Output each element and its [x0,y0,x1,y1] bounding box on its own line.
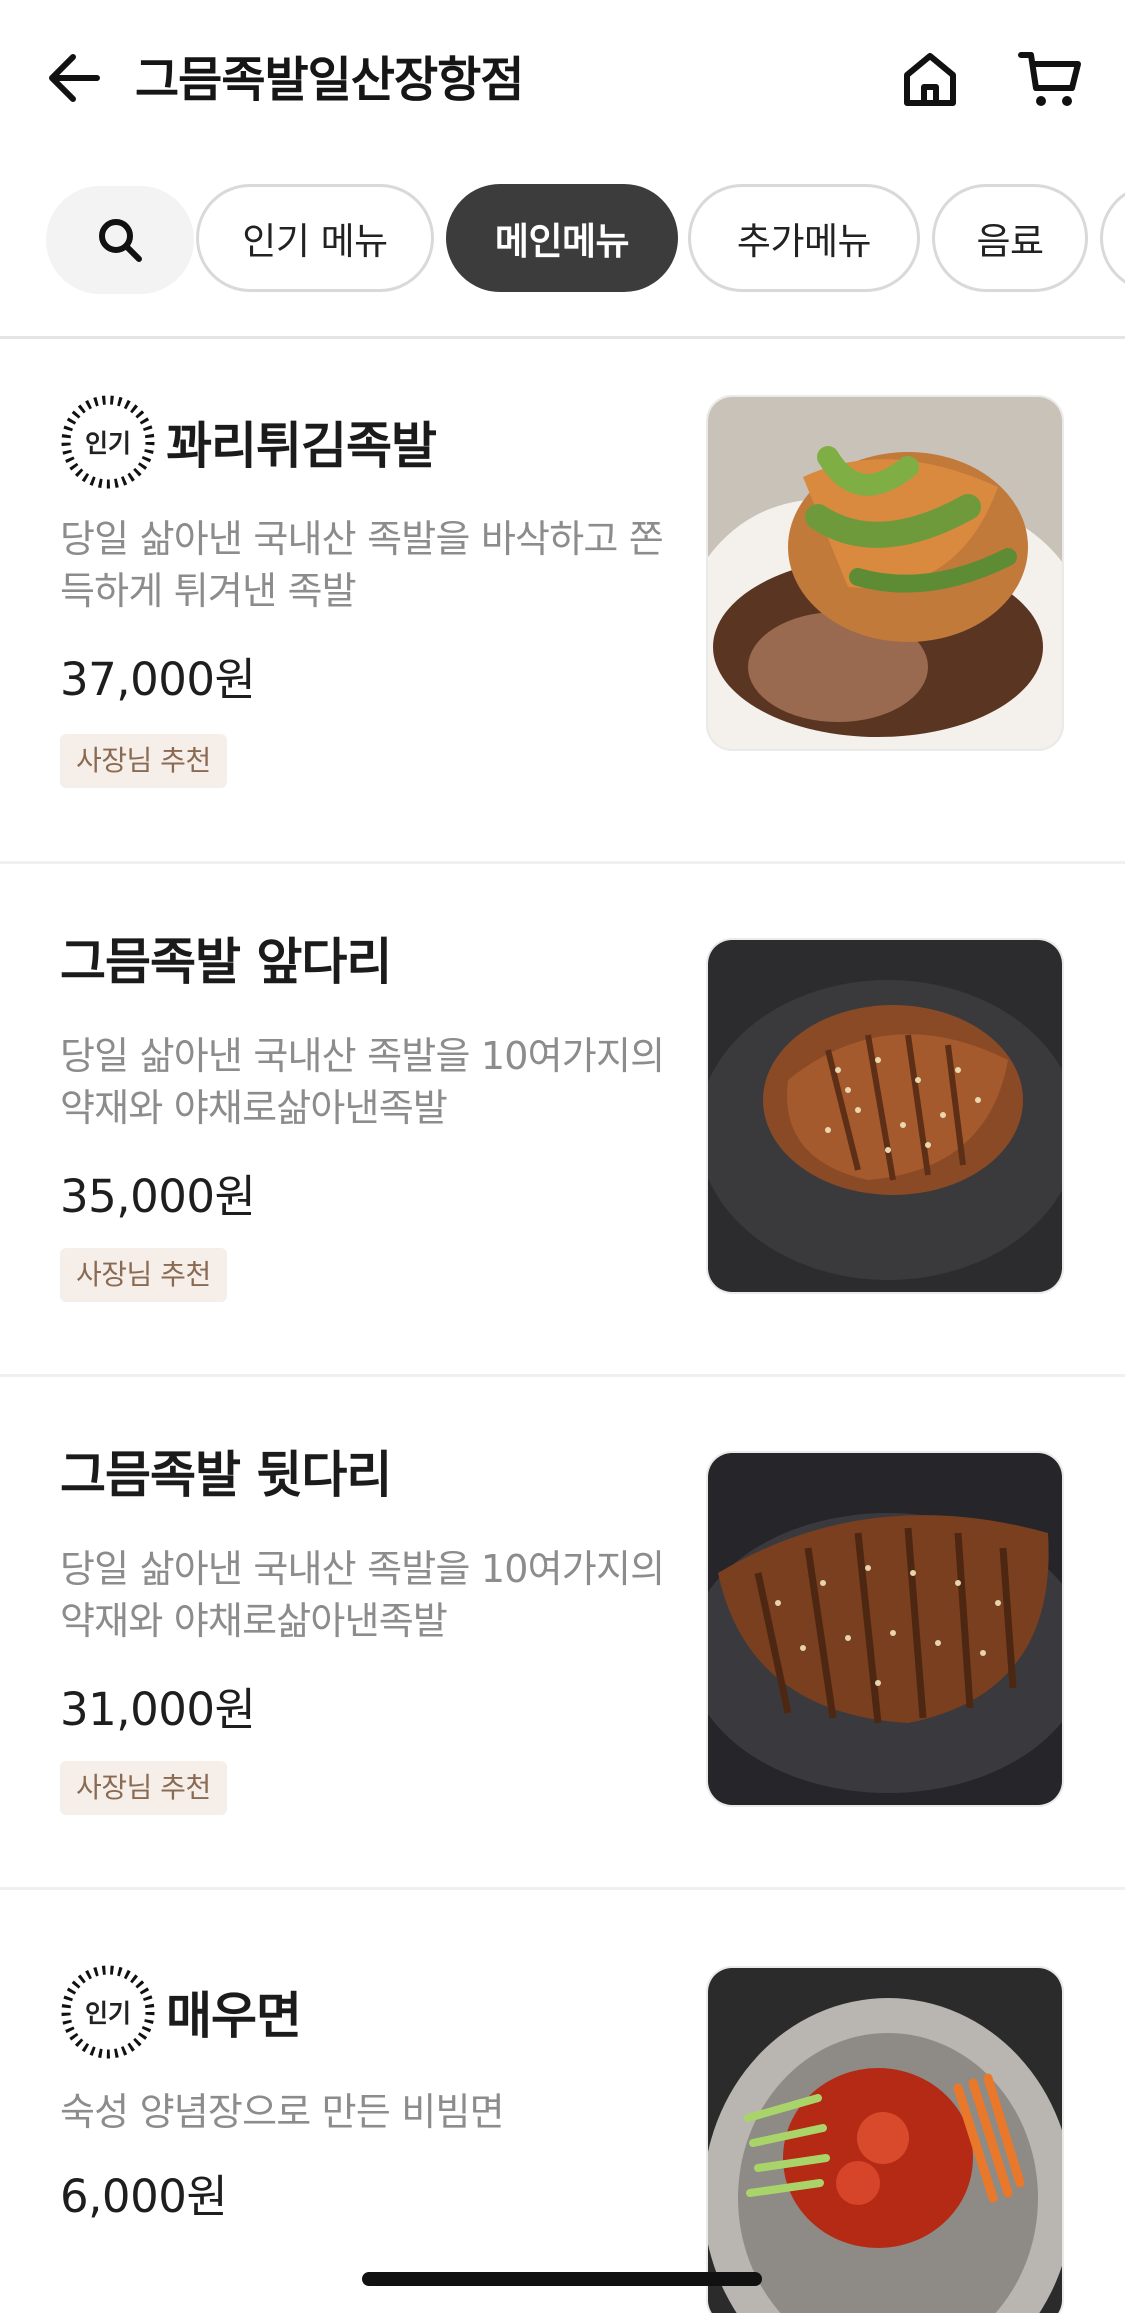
menu-search-button[interactable] [46,186,194,294]
menu-item[interactable]: 인기 꽈리튀김족발 당일 삶아낸 국내산 족발을 바삭하고 쫀득하게 튀겨낸 족… [0,339,1125,861]
app-header: 그믐족발일산장항점 [0,0,1125,165]
item-description: 당일 삶아낸 국내산 족발을 바삭하고 쫀득하게 튀겨낸 족발 [60,517,664,613]
category-tab-bar: 인기 메뉴 메인메뉴 추가메뉴 음료 [0,184,1125,294]
popular-badge-label: 인기 [84,1999,131,2028]
home-button[interactable] [898,48,962,112]
cart-icon [1018,52,1081,106]
food-photo [706,395,1064,751]
home-icon [904,53,956,106]
back-button[interactable] [44,48,104,108]
popular-badge: 인기 [60,1964,156,2060]
menu-item[interactable]: 인기 매우면 숙성 양념장으로 만든 비빔면 6,000원 [0,1890,1125,2313]
popular-badge-label: 인기 [84,429,131,458]
tab-main-menu[interactable]: 메인메뉴 [446,184,678,292]
tab-drinks[interactable]: 음료 [932,184,1088,292]
home-indicator [362,2272,762,2286]
menu-item[interactable]: 그믐족발 앞다리 당일 삶아낸 국내산 족발을 10여가지의 약재와 야채로삶아… [0,864,1125,1374]
store-title: 그믐족발일산장항점 [135,52,524,108]
owner-recommend-badge: 사장님 추천 [60,1248,227,1302]
item-name: 그믐족발 앞다리 [60,933,392,991]
popular-badge: 인기 [60,394,156,490]
arrow-left-icon [49,54,100,102]
item-price: 6,000원 [60,2170,228,2223]
tab-extra-menu[interactable]: 추가메뉴 [688,184,920,292]
item-description: 당일 삶아낸 국내산 족발을 10여가지의 약재와 야채로삶아낸족발 [60,1034,665,1130]
menu-item[interactable]: 그믐족발 뒷다리 당일 삶아낸 국내산 족발을 10여가지의 약재와 야채로삶아… [0,1377,1125,1887]
owner-recommend-badge: 사장님 추천 [60,1761,227,1815]
item-name-row: 인기 꽈리튀김족발 [60,394,437,490]
item-description: 당일 삶아낸 국내산 족발을 10여가지의 약재와 야채로삶아낸족발 [60,1547,665,1643]
item-name-row: 그믐족발 뒷다리 [60,1435,392,1507]
item-name-row: 그믐족발 앞다리 [60,922,392,994]
item-description: 숙성 양념장으로 만든 비빔면 [60,2090,505,2134]
owner-recommend-badge: 사장님 추천 [60,734,227,788]
item-price: 37,000원 [60,653,256,706]
item-price: 31,000원 [60,1683,256,1736]
tab-popular-menu[interactable]: 인기 메뉴 [196,184,434,292]
store-menu-screen: 그믐족발일산장항점 인기 메뉴 메인메뉴 추가메뉴 음료 인기 꽈리튀김족발 당… [0,0,1125,2313]
item-name: 그믐족발 뒷다리 [60,1446,392,1504]
item-price: 35,000원 [60,1170,256,1223]
item-name: 매우면 [166,1987,302,2045]
food-photo [706,1451,1064,1807]
food-photo [706,938,1064,1294]
cart-button[interactable] [1016,48,1084,112]
search-icon [99,219,142,262]
item-name: 꽈리튀김족발 [166,417,437,475]
item-name-row: 인기 매우면 [60,1964,302,2060]
tab-more[interactable] [1100,184,1125,292]
food-photo [706,1966,1064,2313]
